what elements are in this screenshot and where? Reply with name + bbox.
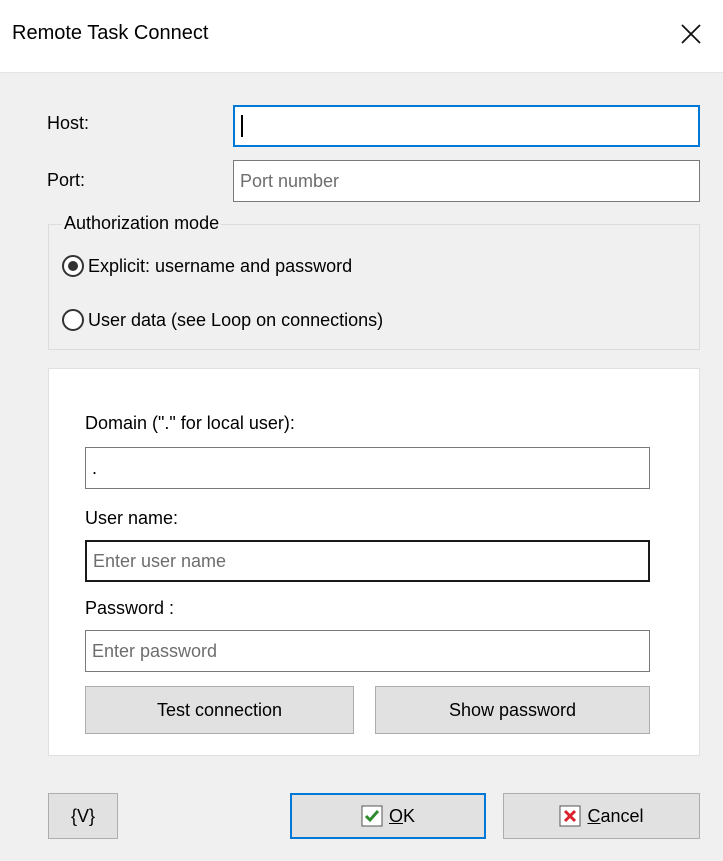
domain-input-value: . [92,457,98,478]
port-label: Port: [47,170,86,190]
host-label: Host: [47,113,90,133]
password-input[interactable]: Enter password [85,630,650,672]
password-input-placeholder: Enter password [92,640,218,661]
ok-button[interactable]: OK [290,793,486,839]
radio-selected-icon[interactable] [62,255,84,277]
variables-label: {V} [70,805,96,826]
username-input[interactable]: Enter user name [85,540,650,582]
port-input[interactable]: Port number [233,160,700,202]
username-label: User name: [85,508,179,528]
test-connection-button[interactable]: Test connection [85,686,354,734]
close-icon [680,23,702,50]
checkmark-icon [361,805,383,827]
password-label: Password : [85,598,175,618]
show-password-button[interactable]: Show password [375,686,650,734]
port-input-placeholder: Port number [240,170,340,191]
username-input-placeholder: Enter user name [93,550,227,571]
ok-label: OK [388,805,416,826]
text-caret [241,115,243,137]
window-title: Remote Task Connect [12,22,209,44]
show-password-label: Show password [448,699,577,720]
host-input[interactable] [233,105,700,147]
cancel-label: Cancel [587,805,644,826]
authorization-mode-group [48,224,700,350]
test-connection-label: Test connection [156,699,283,720]
cancel-button[interactable]: Cancel [503,793,700,839]
auth-option-explicit-label: Explicit: username and password [88,255,353,276]
auth-option-user-data[interactable]: User data (see Loop on connections) [62,309,383,331]
x-mark-icon [559,805,581,827]
radio-unselected-icon[interactable] [62,309,84,331]
remote-task-connect-dialog: Remote Task Connect Host: Port: Port num… [0,0,723,861]
title-bar: Remote Task Connect [0,0,723,73]
variables-button[interactable]: {V} [48,793,118,839]
domain-label: Domain ("." for local user): [85,413,295,433]
auth-option-user-data-label: User data (see Loop on connections) [88,309,384,330]
close-button[interactable] [659,0,723,72]
authorization-mode-caption: Authorization mode [62,213,222,234]
auth-option-explicit[interactable]: Explicit: username and password [62,255,352,277]
domain-input[interactable]: . [85,447,650,489]
